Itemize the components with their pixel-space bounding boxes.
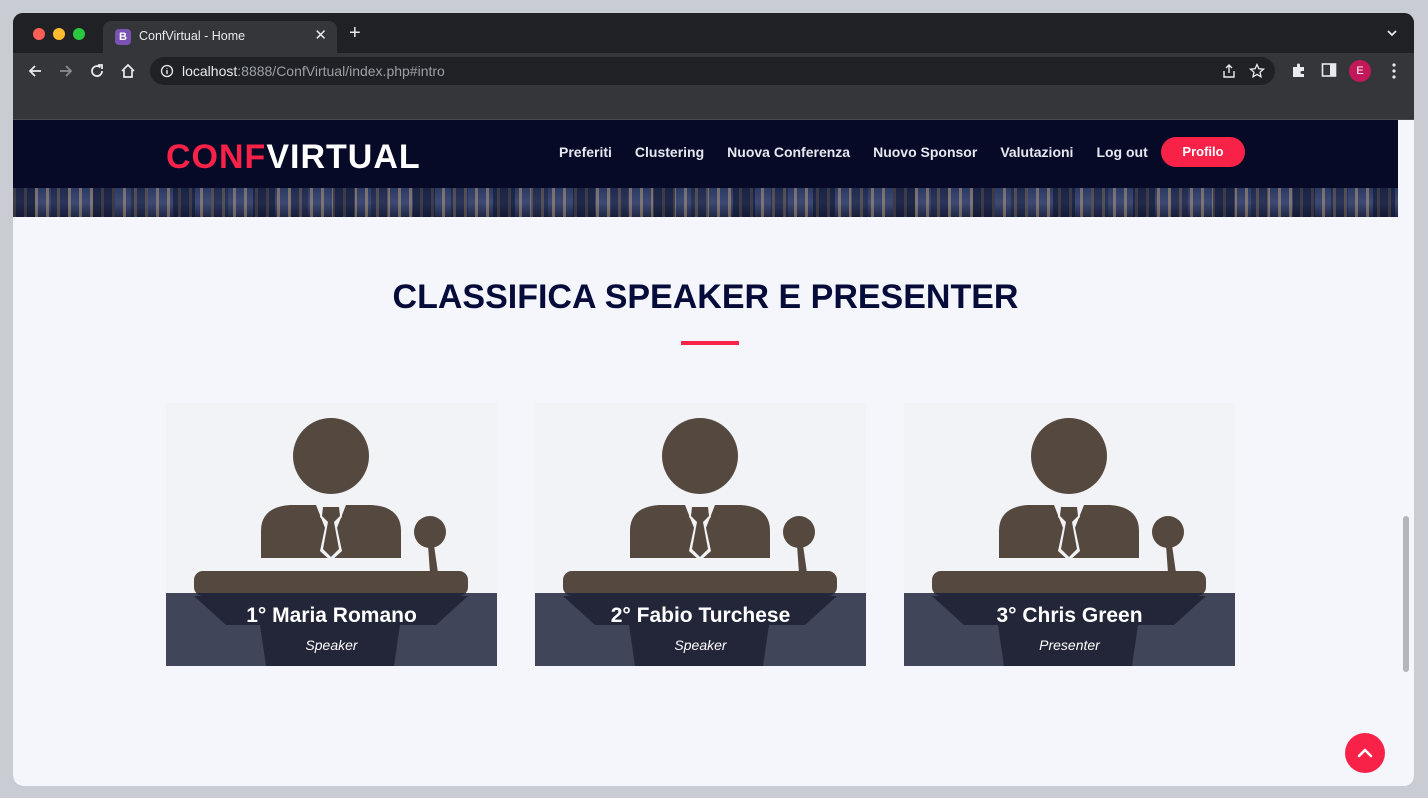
forward-arrow-icon[interactable] — [56, 61, 76, 81]
tab-title: ConfVirtual - Home — [139, 29, 246, 43]
logo-part-conf: CONF — [166, 138, 267, 176]
ranking-card-3[interactable]: 3° Chris Green Presenter — [904, 403, 1235, 666]
new-tab-icon[interactable]: + — [349, 23, 361, 43]
ranking-card-2[interactable]: 2° Fabio Turchese Speaker — [535, 403, 866, 666]
chevron-up-icon — [1357, 748, 1373, 758]
back-to-top-button[interactable] — [1345, 733, 1385, 773]
page-viewport: CONFVIRTUAL Preferiti Clustering Nuova C… — [13, 120, 1414, 786]
navbar: CONFVIRTUAL Preferiti Clustering Nuova C… — [13, 120, 1398, 188]
minimize-window-button[interactable] — [53, 28, 65, 40]
speaker-role: Speaker — [305, 637, 358, 653]
speaker-role: Speaker — [674, 637, 727, 653]
nav-links: Preferiti Clustering Nuova Conferenza Nu… — [559, 144, 1171, 160]
chevron-down-icon[interactable] — [1386, 27, 1398, 39]
share-icon[interactable] — [1221, 63, 1237, 79]
reload-icon[interactable] — [87, 61, 107, 81]
back-arrow-icon[interactable] — [25, 61, 45, 81]
extensions-puzzle-icon[interactable] — [1290, 61, 1308, 79]
url-host: localhost — [182, 63, 238, 79]
site-logo[interactable]: CONFVIRTUAL — [166, 138, 421, 177]
address-bar[interactable]: localhost:8888/ConfVirtual/index.php#int… — [150, 57, 1275, 85]
info-icon[interactable] — [160, 64, 174, 78]
profile-button[interactable]: Profilo — [1161, 137, 1245, 167]
speaker-name: 3° Chris Green — [996, 604, 1143, 627]
nav-link-nuovo-sponsor[interactable]: Nuovo Sponsor — [873, 144, 977, 160]
nav-link-clustering[interactable]: Clustering — [635, 144, 704, 160]
site-header: CONFVIRTUAL Preferiti Clustering Nuova C… — [13, 120, 1398, 217]
title-underline — [681, 341, 739, 345]
nav-link-log-out[interactable]: Log out — [1096, 144, 1147, 160]
url-text: localhost:8888/ConfVirtual/index.php#int… — [182, 63, 445, 79]
side-panel-icon[interactable] — [1320, 61, 1338, 79]
section-title: CLASSIFICA SPEAKER E PRESENTER — [392, 278, 1019, 316]
close-window-button[interactable] — [33, 28, 45, 40]
home-icon[interactable] — [118, 61, 138, 81]
nav-link-valutazioni[interactable]: Valutazioni — [1000, 144, 1073, 160]
profile-avatar[interactable]: E — [1349, 60, 1371, 82]
scrollbar-thumb[interactable] — [1403, 516, 1409, 672]
nav-link-preferiti[interactable]: Preferiti — [559, 144, 612, 160]
tab-strip: B ConfVirtual - Home ✕ + — [13, 13, 1414, 53]
page-scrollbar[interactable] — [1398, 120, 1414, 786]
more-menu-icon[interactable] — [1385, 61, 1403, 81]
logo-part-virtual: VIRTUAL — [266, 138, 421, 176]
close-tab-icon[interactable]: ✕ — [314, 27, 327, 45]
browser-tab-active[interactable]: B ConfVirtual - Home ✕ — [103, 21, 337, 53]
city-skyline-banner — [13, 188, 1398, 217]
toolbar-extension-area — [13, 89, 1414, 120]
speaker-name: 2° Fabio Turchese — [610, 604, 791, 627]
url-path: :8888/ConfVirtual/index.php#intro — [237, 63, 445, 79]
browser-toolbar: localhost:8888/ConfVirtual/index.php#int… — [13, 53, 1414, 89]
bootstrap-favicon-icon: B — [115, 29, 131, 45]
ranking-card-1[interactable]: 1° Maria Romano Speaker — [166, 403, 497, 666]
speaker-role: Presenter — [1039, 637, 1100, 653]
browser-window: B ConfVirtual - Home ✕ + localhost:8888/… — [13, 13, 1414, 786]
bookmark-star-icon[interactable] — [1249, 63, 1265, 79]
nav-link-nuova-conferenza[interactable]: Nuova Conferenza — [727, 144, 850, 160]
maximize-window-button[interactable] — [73, 28, 85, 40]
speaker-name: 1° Maria Romano — [246, 604, 417, 627]
